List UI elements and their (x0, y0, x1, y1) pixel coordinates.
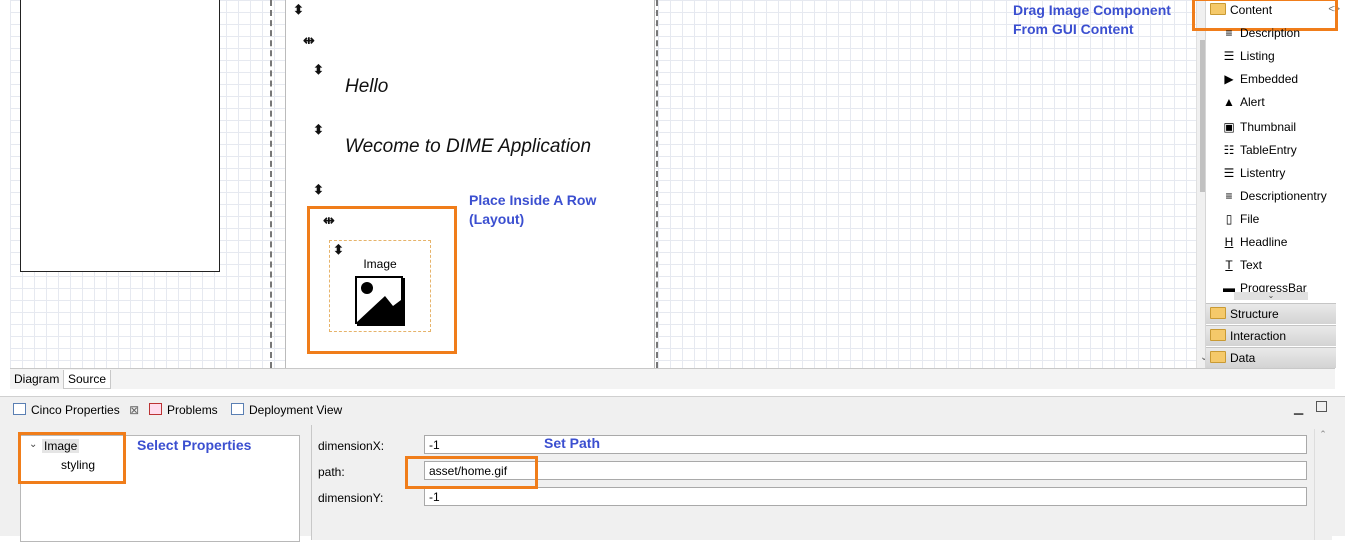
tab-problems[interactable]: Problems (149, 400, 218, 420)
annotation-drag-image: Drag Image Component From GUI Content (1013, 2, 1171, 37)
palette-scroll-down-icon[interactable]: ⌄ (1234, 292, 1308, 300)
palette-item-text[interactable]: T Text (1222, 255, 1262, 275)
text-icon: T (1225, 258, 1233, 272)
image-placeholder-icon (355, 276, 405, 326)
property-scrollbar[interactable]: ⌃ (1314, 429, 1331, 540)
path-highlight (405, 456, 538, 489)
image-component[interactable]: ⬍ Image (329, 240, 431, 332)
scroll-up-icon[interactable]: ⌃ (1315, 429, 1331, 440)
drag-handle-icon[interactable]: ⬍ (293, 3, 304, 16)
editor-tab-bar: Diagram Source (10, 368, 1335, 389)
tree-highlight (18, 432, 126, 484)
palette-item-listentry[interactable]: ☰ Listentry (1222, 163, 1286, 183)
tab-diagram[interactable]: Diagram (10, 370, 65, 388)
palette-item-tableentry[interactable]: ☷ TableEntry (1222, 140, 1297, 160)
text-welcome[interactable]: Wecome to DIME Application (345, 136, 591, 158)
dimensiony-label: dimensionY: (318, 491, 384, 505)
listing-icon: ☰ (1223, 49, 1235, 63)
palette: Content <> ≡ Description ☰ Listing ▶ Embedd… (1192, 0, 1345, 368)
annotation-select-properties: Select Properties (137, 437, 252, 453)
drag-handle-icon[interactable]: ⬍ (313, 123, 324, 136)
left-divider (270, 0, 272, 368)
embedded-icon: ▶ (1224, 72, 1234, 86)
dimensiony-field[interactable]: -1 (424, 487, 1307, 506)
deployment-icon (231, 403, 244, 415)
drag-handle-icon[interactable]: ⬍ (333, 243, 344, 256)
palette-item-file[interactable]: ▯ File (1222, 209, 1260, 229)
right-divider (656, 0, 658, 368)
description-icon: ≡ (1225, 26, 1233, 40)
annotation-place-inside-row: Place Inside A Row (Layout) (469, 192, 597, 227)
palette-item-listing[interactable]: ☰ Listing (1222, 46, 1275, 66)
properties-icon (13, 403, 26, 415)
row-handle-icon[interactable]: ⇹ (323, 213, 335, 227)
tab-deployment-view[interactable]: Deployment View (231, 400, 342, 420)
canvas-scrollbar[interactable]: ⌄ (1196, 0, 1205, 368)
drag-handle-icon[interactable]: ⬍ (313, 183, 324, 196)
row-handle-icon[interactable]: ⇹ (303, 33, 315, 47)
annotation-set-path: Set Path (544, 435, 601, 451)
tab-cinco-properties[interactable]: Cinco Properties ⊠ (13, 400, 139, 420)
folder-icon (1210, 329, 1226, 341)
description-entry-icon: ≡ (1225, 189, 1233, 203)
headline-icon: H (1224, 235, 1234, 249)
folder-icon (1210, 307, 1226, 319)
minimize-icon[interactable]: ▁ (1294, 401, 1303, 415)
maximize-icon[interactable] (1316, 401, 1327, 412)
path-field[interactable]: asset/home.gif (424, 461, 1307, 480)
drag-handle-icon[interactable]: ⬍ (313, 63, 324, 76)
diagram-canvas[interactable]: ⬍ ⇹ ⬍ Hello ⬍ Wecome to DIME Application… (10, 0, 1205, 368)
image-component-label: Image (363, 257, 397, 271)
text-hello[interactable]: Hello (345, 76, 388, 98)
path-label: path: (318, 465, 345, 479)
palette-item-thumbnail[interactable]: ▣ Thumbnail (1222, 117, 1296, 137)
dimensionx-label: dimensionX: (318, 439, 385, 453)
file-icon: ▯ (1225, 212, 1233, 226)
palette-item-headline[interactable]: H Headline (1222, 232, 1288, 252)
drawer-structure[interactable]: Structure (1206, 303, 1336, 324)
drawer-interaction[interactable]: Interaction (1206, 325, 1336, 346)
folder-icon (1210, 351, 1226, 363)
palette-item-description[interactable]: ≡ Description (1222, 23, 1300, 43)
palette-item-embedded[interactable]: ▶ Embedded (1222, 69, 1298, 89)
palette-item-descriptionentry[interactable]: ≡ Descriptionentry (1222, 186, 1326, 206)
palette-item-alert[interactable]: ▲ Alert (1222, 92, 1265, 112)
thumbnail-icon: ▣ (1223, 120, 1235, 134)
list-entry-icon: ☰ (1223, 166, 1235, 180)
tab-source[interactable]: Source (63, 370, 112, 389)
alert-icon: ▲ (1223, 95, 1235, 109)
close-icon[interactable]: ⊠ (129, 403, 139, 417)
left-container[interactable] (20, 0, 220, 272)
problems-icon (149, 403, 162, 415)
table-entry-icon: ☷ (1223, 143, 1235, 157)
drawer-data[interactable]: Data (1206, 347, 1336, 368)
